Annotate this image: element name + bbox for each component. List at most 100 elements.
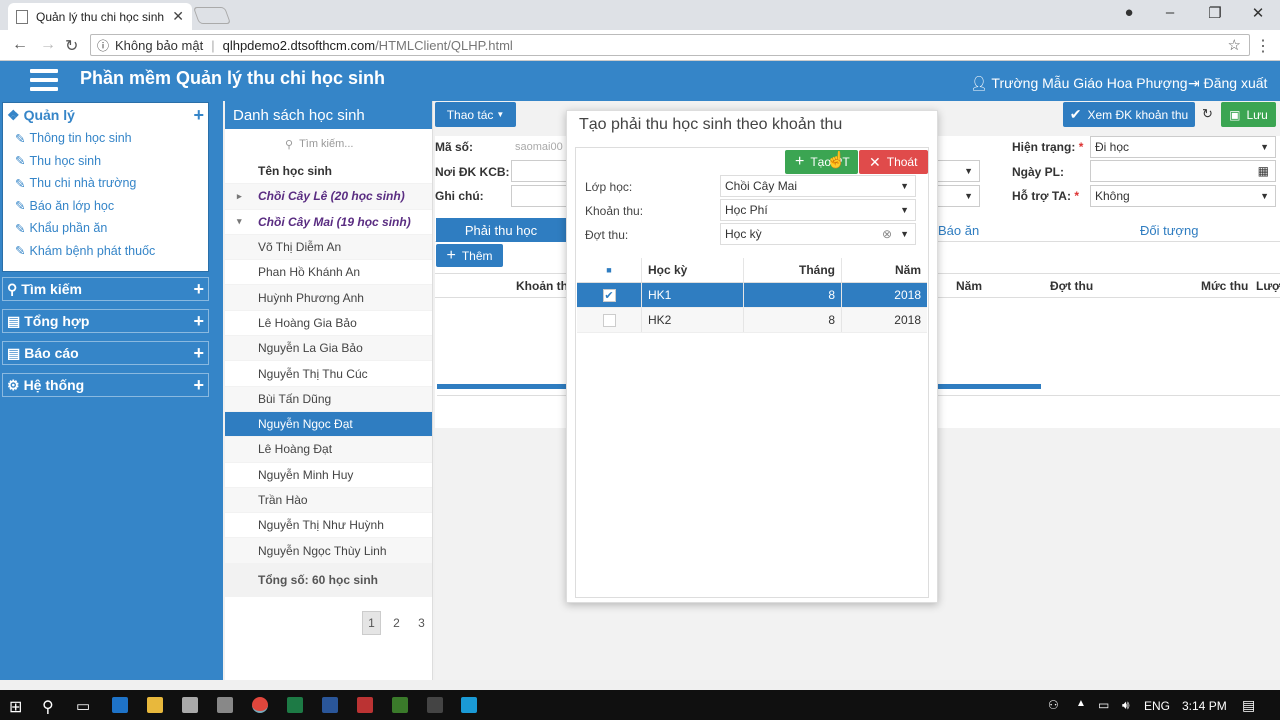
tray-arrow-icon[interactable]: ▲ [1076,698,1086,709]
expand-icon[interactable]: + [193,375,204,396]
student-row[interactable]: Trần Hào [225,487,432,514]
task-view-icon[interactable]: ▭ [76,697,90,715]
row-checkbox-cell[interactable]: ✔ [577,283,642,307]
manage-header[interactable]: ❖ Quản lý + [3,103,208,127]
note-field[interactable] [511,185,567,207]
save-button[interactable]: ▣ Lưu [1221,102,1276,127]
student-row[interactable]: Nguyễn Thị Thu Cúc [225,361,432,387]
bookmark-star-icon[interactable]: ☆ [1228,36,1241,54]
expand-icon[interactable]: + [193,343,204,364]
id-field[interactable]: saomai00 [511,136,571,158]
page-button[interactable]: 1 [362,611,381,635]
checked-checkbox[interactable]: ✔ [602,288,616,302]
fee-select[interactable]: Học Phí ▼ [720,199,916,221]
minimize-button[interactable]: – [1160,4,1180,21]
forward-icon[interactable]: → [40,36,56,54]
refresh-icon[interactable]: ↻ [1202,106,1213,122]
select-all-cell[interactable]: ■ [577,258,642,282]
menu-icon[interactable]: ⋮ [1255,36,1271,56]
group-row[interactable]: ▾ Chồi Cây Mai (19 học sinh) [225,210,432,235]
skype-icon[interactable] [461,697,477,713]
sidebar-section-search[interactable]: ⚲ Tìm kiếm + [2,277,209,301]
profile-icon[interactable]: ● [1119,4,1139,21]
logout-link[interactable]: ⇥ Đăng xuất [1188,75,1267,92]
school-name[interactable]: 👤︎ Trường Mẫu Giáo Hoa Phượng [970,75,1188,92]
search-icon[interactable]: ⚲ [42,697,54,717]
select-all-checkbox[interactable]: ■ [606,265,611,275]
exit-button[interactable]: ✕ Thoát [859,150,928,174]
tab-meal[interactable]: Báo ăn [938,223,979,238]
reload-icon[interactable]: ↻ [65,36,78,56]
student-row[interactable]: Bùi Tấn Dũng [225,386,432,412]
people-icon[interactable]: ⚇ [1048,698,1059,712]
support-select[interactable]: Không ▼ [1090,185,1276,207]
group-row[interactable]: ▸ Chồi Cây Lê (20 học sinh) [225,184,432,210]
student-row[interactable]: Nguyễn Minh Huy [225,463,432,488]
sidebar-item-student-fee[interactable]: ✎ Thu học sinh [3,150,208,173]
add-button[interactable]: + Thêm [436,244,503,267]
language-indicator[interactable]: ENG [1144,699,1170,713]
student-row[interactable]: Võ Thị Diễm An [225,234,432,261]
student-row-selected[interactable]: Nguyễn Ngọc Đạt [225,411,432,438]
create-receivable-button[interactable]: + Tạo PT [785,150,858,174]
grid-row[interactable]: HK2 8 2018 [577,308,927,333]
page-button[interactable]: 3 [412,611,431,635]
app-icon-2[interactable] [427,697,443,713]
grid-row[interactable]: ✔ HK1 8 2018 [577,283,927,308]
sidebar-item-student-info[interactable]: ✎ Thông tin học sinh [3,127,208,150]
expand-icon[interactable]: + [193,311,204,332]
expand-icon[interactable]: + [193,105,204,126]
row-checkbox-cell[interactable] [577,308,642,332]
kcb-field[interactable] [511,160,567,182]
sidebar-section-system[interactable]: ⚙ Hệ thống + [2,373,209,397]
file-explorer-icon[interactable] [147,697,163,713]
sidebar-item-school-finance[interactable]: ✎ Thu chi nhà trường [3,172,208,195]
page-button[interactable]: 2 [387,611,406,635]
edge-icon[interactable] [112,697,128,713]
student-row[interactable]: Huỳnh Phương Anh [225,285,432,311]
url-field[interactable]: ⓘ Không bảo mật | qlhpdemo2.dtsofthcm.co… [90,34,1250,56]
word-icon[interactable] [322,697,338,713]
browser-tab[interactable]: Quản lý thu chi học sinh ✕ [8,3,192,30]
sidebar-section-summary[interactable]: ▤ Tổng hợp + [2,309,209,333]
excel-icon[interactable] [287,697,303,713]
windows-start-icon[interactable]: ⊞ [9,697,22,717]
clear-icon[interactable]: ⊗ [882,227,892,241]
student-row[interactable]: Phan Hồ Khánh An [225,260,432,286]
sidebar-item-class-meal[interactable]: ✎ Báo ăn lớp học [3,195,208,218]
view-fee-registration-button[interactable]: ✔ Xem ĐK khoản thu [1063,102,1195,127]
date-field[interactable]: ▦ [1090,160,1276,182]
student-search-input[interactable]: ⚲ Tìm kiếm... [285,133,428,155]
chrome-icon[interactable] [252,697,268,713]
calendar-icon[interactable]: ▦ [1258,164,1269,178]
tab-subject[interactable]: Đối tượng [1140,223,1198,238]
project-icon[interactable] [392,697,408,713]
period-select[interactable]: Học kỳ ⊗ ▼ [720,223,916,245]
sidebar-section-report[interactable]: ▤ Báo cáo + [2,341,209,365]
student-row[interactable]: Nguyễn Thị Như Huỳnh [225,513,432,539]
student-row[interactable]: Lê Hoàng Đạt [225,437,432,463]
status-select[interactable]: Đi học ▼ [1090,136,1276,158]
unchecked-checkbox[interactable] [602,313,616,327]
actions-dropdown[interactable]: Thao tác ▼ [435,102,516,127]
student-row[interactable]: Nguyễn La Gia Bảo [225,336,432,362]
back-icon[interactable]: ← [12,36,28,54]
hamburger-menu-icon[interactable] [30,69,58,91]
student-row[interactable]: Lê Hoàng Gia Bảo [225,311,432,337]
notifications-icon[interactable]: ▤ [1242,697,1255,714]
close-window-button[interactable]: ✕ [1248,4,1268,22]
sidebar-item-portion[interactable]: ✎ Khẩu phần ăn [3,217,208,240]
volume-icon[interactable]: 🔊︎ [1122,698,1130,713]
tab-receivable[interactable]: Phải thu học [436,218,566,242]
access-icon[interactable] [357,697,373,713]
clock[interactable]: 3:14 PM [1182,699,1227,713]
network-icon[interactable]: ▭ [1098,698,1109,712]
expand-icon[interactable]: + [193,279,204,300]
close-tab-icon[interactable]: ✕ [172,8,184,25]
app-icon[interactable] [217,697,233,713]
student-row[interactable]: Nguyễn Ngọc Thùy Linh [225,538,432,564]
maximize-button[interactable]: ❐ [1205,4,1225,22]
new-tab-button[interactable] [192,7,232,24]
hidden-dropdown[interactable]: ▼ [938,160,980,182]
hidden-dropdown-2[interactable]: ▼ [938,185,980,207]
